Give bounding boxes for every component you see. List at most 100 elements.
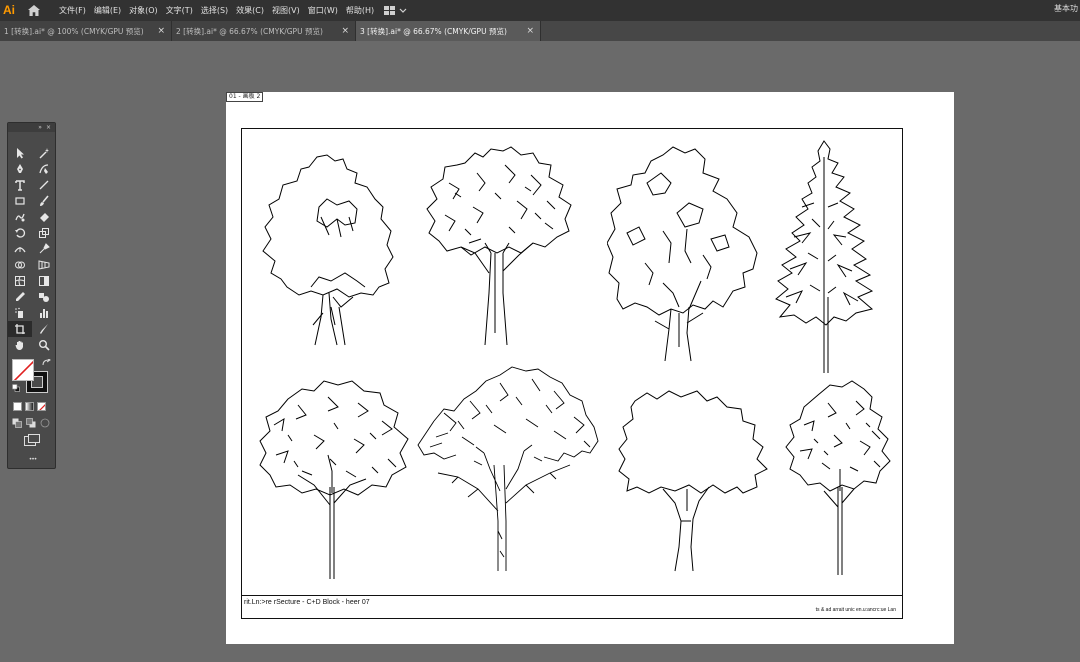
draw-normal-icon[interactable] [12,418,22,428]
close-icon[interactable]: × [46,124,51,131]
tab-document-3[interactable]: 3 [转换].ai* @ 66.67% (CMYK/GPU 预览) × [356,21,541,41]
hand-tool[interactable] [8,337,32,353]
selection-tool[interactable] [8,145,32,161]
pen-tool[interactable] [8,161,32,177]
zoom-tool[interactable] [32,337,56,353]
gradient-tool[interactable] [32,273,56,289]
close-icon[interactable]: × [341,26,349,36]
scale-tool[interactable] [32,225,56,241]
eyedropper-icon [16,292,25,301]
title-block-text: rit.Ln:>re rSecture - C+D Block - heer 0… [244,599,370,606]
perspective-grid-tool[interactable] [32,257,56,273]
paintbrush-icon [40,195,49,206]
tab-label: 3 [转换].ai* @ 66.67% (CMYK/GPU 预览) [360,26,507,36]
curvature-tool[interactable] [32,161,56,177]
tree-conifer[interactable] [772,137,882,375]
slice-tool[interactable] [32,321,56,337]
edit-toolbar-button[interactable]: ••• [8,456,57,463]
mesh-tool[interactable] [8,273,32,289]
shaper-icon [15,213,25,222]
line-segment-icon [39,180,49,190]
menu-bar: Ai 文件(F) 编辑(E) 对象(O) 文字(T) 选择(S) 效果(C) 视… [0,0,1080,21]
perspective-grid-icon [38,260,50,270]
menu-view[interactable]: 视图(V) [268,0,304,21]
tab-label: 1 [转换].ai* @ 100% (CMYK/GPU 预览) [4,26,144,36]
symbol-sprayer-tool[interactable] [8,305,32,321]
tab-document-1[interactable]: 1 [转换].ai* @ 100% (CMYK/GPU 预览) × [0,21,172,41]
workspace-switcher[interactable]: 基本功 [1054,0,1080,18]
eyedropper-tool[interactable] [8,289,32,305]
line-tool[interactable] [32,177,56,193]
type-icon [15,180,25,191]
width-tool[interactable] [8,241,32,257]
screen-mode-button[interactable] [24,434,40,448]
fill-stroke-control[interactable] [12,359,54,393]
artboard[interactable]: rit.Ln:>re rSecture - C+D Block - heer 0… [226,92,954,644]
bar-chart-icon [40,309,48,318]
none-mode-button[interactable] [37,402,46,411]
title-block-credit: ts & ad arrait unic en.u:ancrc:ue Lan [815,607,896,613]
tree-outline-1[interactable] [257,147,397,347]
width-icon [14,247,26,253]
close-icon[interactable]: × [526,26,534,36]
tab-document-2[interactable]: 2 [转换].ai* @ 66.67% (CMYK/GPU 预览) × [172,21,356,41]
paintbrush-tool[interactable] [32,193,56,209]
shape-builder-icon [15,261,25,269]
artboard-icon [15,324,25,334]
tree-leafy-round-1[interactable] [258,375,412,581]
home-icon[interactable] [24,0,44,21]
collapse-icon[interactable]: » [38,124,42,131]
eraser-tool[interactable] [32,209,56,225]
menu-type[interactable]: 文字(T) [162,0,197,21]
pin-icon [39,243,50,254]
app-logo: Ai [3,3,15,17]
none-slash-icon [13,360,33,380]
swap-arrows-icon[interactable] [42,359,52,368]
column-graph-tool[interactable] [32,305,56,321]
rotate-tool[interactable] [8,225,32,241]
gradient-icon [39,276,49,286]
tools-panel-header[interactable]: » × [8,123,55,132]
rectangle-tool[interactable] [8,193,32,209]
arrange-documents-button[interactable] [384,6,407,15]
draw-behind-icon[interactable] [26,418,36,428]
menu-object[interactable]: 对象(O) [125,0,162,21]
tree-dense-canopy-1[interactable] [425,143,575,347]
magic-wand-tool[interactable] [32,145,56,161]
menu-window[interactable]: 窗口(W) [304,0,342,21]
symbol-sprayer-icon [15,307,23,318]
artboard-tool[interactable] [8,321,32,337]
none-slash-icon [39,404,45,410]
menu-help[interactable]: 帮助(H) [342,0,378,21]
tree-leafy-round-2[interactable] [784,379,894,577]
fill-swatch-none[interactable] [12,359,34,381]
default-colors-icon[interactable] [12,384,20,392]
tree-sketchy[interactable] [414,361,604,573]
tab-label: 2 [转换].ai* @ 66.67% (CMYK/GPU 预览) [176,26,323,36]
draw-inside-icon[interactable] [40,418,50,428]
hand-icon [15,341,23,350]
gradient-mode-button[interactable] [25,402,34,411]
tree-outline-3[interactable] [617,387,769,573]
blend-tool[interactable] [32,289,56,305]
chevron-down-icon [399,8,407,13]
shape-builder-tool[interactable] [8,257,32,273]
close-icon[interactable]: × [157,26,165,36]
scale-icon [39,228,49,238]
grid-icon [384,6,396,15]
shaper-tool[interactable] [8,209,32,225]
arrow-icon [17,148,24,159]
curvature-pen-icon [39,164,49,174]
menu-select[interactable]: 选择(S) [197,0,232,21]
color-mode-button[interactable] [13,402,22,411]
menu-edit[interactable]: 编辑(E) [90,0,125,21]
artboard-name-label[interactable]: 01 - 画板 2 [226,92,264,102]
rectangle-icon [15,197,25,205]
document-tabs: 1 [转换].ai* @ 100% (CMYK/GPU 预览) × 2 [转换]… [0,21,1080,41]
tree-outline-2[interactable] [607,143,767,363]
puppet-warp-tool[interactable] [32,241,56,257]
type-tool[interactable] [8,177,32,193]
title-block-divider [242,595,902,596]
menu-file[interactable]: 文件(F) [55,0,90,21]
menu-effect[interactable]: 效果(C) [232,0,268,21]
